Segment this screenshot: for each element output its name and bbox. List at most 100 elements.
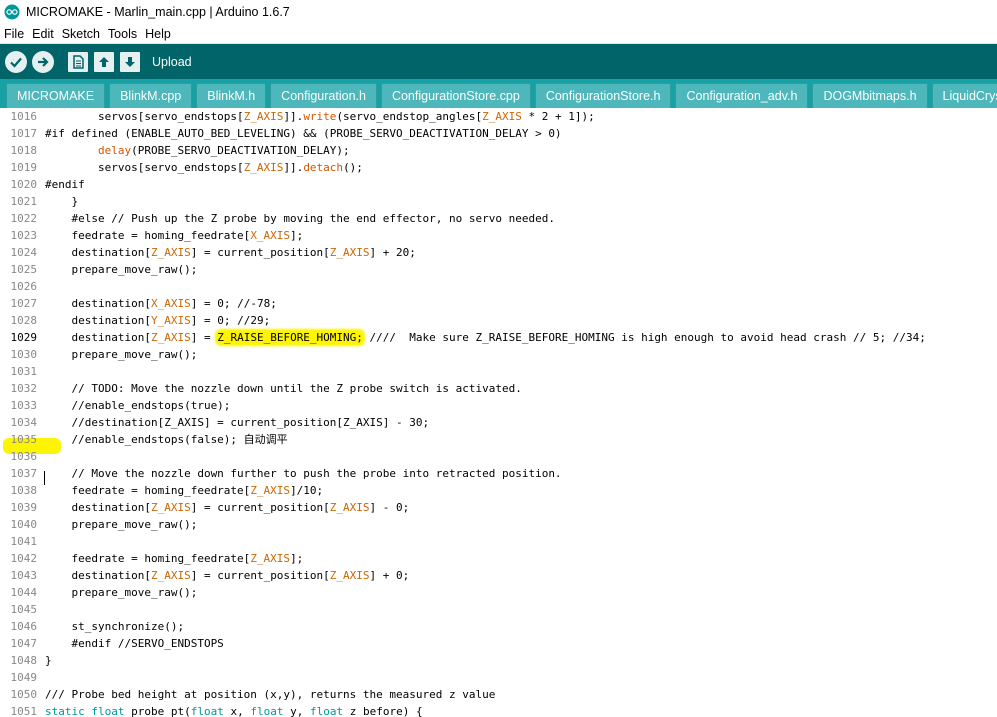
line-number: 1034 (10, 416, 38, 429)
code-line[interactable]: 1018 delay(PROBE_SERVO_DEACTIVATION_DELA… (0, 142, 997, 159)
menu-tools[interactable]: Tools (104, 27, 141, 41)
code-line[interactable]: 1041 (0, 533, 997, 550)
line-number: 1016 (10, 110, 38, 123)
line-number: 1023 (10, 229, 38, 242)
code-line[interactable]: 1022 #else // Push up the Z probe by mov… (0, 210, 997, 227)
code-text: feedrate = homing_feedrate[Z_AXIS]; (45, 552, 304, 565)
code-line[interactable]: 1029 destination[Z_AXIS] = Z_RAISE_BEFOR… (0, 329, 997, 346)
code-line[interactable]: 1045 (0, 601, 997, 618)
code-line[interactable]: 1049 (0, 669, 997, 686)
new-sketch-button[interactable] (68, 51, 88, 72)
code-line[interactable]: 1023 feedrate = homing_feedrate[X_AXIS]; (0, 227, 997, 244)
line-number: 1031 (10, 365, 38, 378)
code-line[interactable]: 1046 st_synchronize(); (0, 618, 997, 635)
code-text: // TODO: Move the nozzle down until the … (45, 382, 522, 395)
line-number: 1048 (10, 654, 38, 667)
menu-sketch[interactable]: Sketch (58, 27, 104, 41)
code-line[interactable]: 1035 //enable_endstops(false); 自动调平 (0, 431, 997, 448)
code-text: st_synchronize(); (45, 620, 185, 633)
tab-configurationstore-cpp[interactable]: ConfigurationStore.cpp (380, 83, 531, 108)
code-text: } (45, 195, 79, 208)
line-number: 1035 (10, 433, 38, 446)
code-line[interactable]: 1016 servos[servo_endstops[Z_AXIS]].writ… (0, 108, 997, 125)
code-text: #endif (45, 178, 85, 191)
code-line[interactable]: 1038 feedrate = homing_feedrate[Z_AXIS]/… (0, 482, 997, 499)
line-number: 1022 (10, 212, 38, 225)
new-file-icon (73, 54, 84, 69)
code-text: // Move the nozzle down further to push … (45, 467, 562, 480)
verify-button[interactable] (5, 50, 27, 73)
code-line[interactable]: 1031 (0, 363, 997, 380)
code-line[interactable]: 1024 destination[Z_AXIS] = current_posit… (0, 244, 997, 261)
code-text: static float probe_pt(float x, float y, … (45, 705, 423, 717)
code-line[interactable]: 1042 feedrate = homing_feedrate[Z_AXIS]; (0, 550, 997, 567)
code-text: } (45, 654, 52, 667)
code-text: servos[servo_endstops[Z_AXIS]].detach(); (45, 161, 363, 174)
code-line[interactable]: 1028 destination[Y_AXIS] = 0; //29; (0, 312, 997, 329)
code-line[interactable]: 1036 (0, 448, 997, 465)
line-number: 1042 (10, 552, 38, 565)
tab-configurationstore-h[interactable]: ConfigurationStore.h (534, 83, 672, 108)
tab-micromake[interactable]: MICROMAKE (6, 83, 106, 108)
code-line[interactable]: 1032 // TODO: Move the nozzle down until… (0, 380, 997, 397)
code-line[interactable]: 1051 static float probe_pt(float x, float… (0, 703, 997, 717)
code-line[interactable]: 1034 //destination[Z_AXIS] = current_pos… (0, 414, 997, 431)
code-line[interactable]: 1047 #endif //SERVO_ENDSTOPS (0, 635, 997, 652)
save-button[interactable] (120, 51, 140, 72)
line-number: 1030 (10, 348, 38, 361)
code-text: feedrate = homing_feedrate[Z_AXIS]/10; (45, 484, 324, 497)
open-button[interactable] (94, 51, 114, 72)
code-line[interactable]: 1019 servos[servo_endstops[Z_AXIS]].deta… (0, 159, 997, 176)
code-line[interactable]: 1026 (0, 278, 997, 295)
code-text: /// Probe bed height at position (x,y), … (45, 688, 496, 701)
line-number: 1038 (10, 484, 38, 497)
code-line[interactable]: 1017 #if defined (ENABLE_AUTO_BED_LEVELIN… (0, 125, 997, 142)
tab-configuration-h[interactable]: Configuration.h (270, 83, 377, 108)
line-number: 1027 (10, 297, 38, 310)
tab-dogmbitmaps-h[interactable]: DOGMbitmaps.h (812, 83, 928, 108)
line-number: 1037 (10, 467, 38, 480)
code-line[interactable]: 1043 destination[Z_AXIS] = current_posit… (0, 567, 997, 584)
tab-liquidcrystal[interactable]: LiquidCrystalR (931, 83, 997, 108)
line-number: 1032 (10, 382, 38, 395)
code-line[interactable]: 1048} (0, 652, 997, 669)
line-number: 1020 (10, 178, 38, 191)
tab-blinkm-h[interactable]: BlinkM.h (196, 83, 267, 108)
code-line[interactable]: 1037 // Move the nozzle down further to … (0, 465, 997, 482)
code-text: #else // Push up the Z probe by moving t… (45, 212, 555, 225)
code-line[interactable]: 1030 prepare_move_raw(); (0, 346, 997, 363)
upload-button[interactable] (32, 50, 54, 73)
line-number: 1045 (10, 603, 38, 616)
tab-blinkm-cpp[interactable]: BlinkM.cpp (109, 83, 193, 108)
line-number: 1043 (10, 569, 38, 582)
arduino-logo-icon (4, 4, 20, 20)
code-line[interactable]: 1044 prepare_move_raw(); (0, 584, 997, 601)
code-text: #if defined (ENABLE_AUTO_BED_LEVELING) &… (45, 127, 562, 140)
menu-bar: File Edit Sketch Tools Help (0, 24, 997, 44)
code-line[interactable]: 1050 /// Probe bed height at position (x,… (0, 686, 997, 703)
code-text: //enable_endstops(false); 自动调平 (45, 433, 288, 446)
code-text: destination[Y_AXIS] = 0; //29; (45, 314, 271, 327)
code-line[interactable]: 1039 destination[Z_AXIS] = current_posit… (0, 499, 997, 516)
code-editor[interactable]: 1016 servos[servo_endstops[Z_AXIS]].writ… (0, 108, 997, 717)
code-text: destination[Z_AXIS] = current_position[Z… (45, 501, 410, 514)
code-line[interactable]: 1020 #endif (0, 176, 997, 193)
menu-file[interactable]: File (0, 27, 28, 41)
code-line[interactable]: 1021 } (0, 193, 997, 210)
code-line[interactable]: 1027 destination[X_AXIS] = 0; //-78; (0, 295, 997, 312)
line-number: 1041 (10, 535, 38, 548)
menu-help[interactable]: Help (141, 27, 175, 41)
menu-edit[interactable]: Edit (28, 27, 58, 41)
code-text: servos[servo_endstops[Z_AXIS]].write(ser… (45, 110, 595, 123)
tab-configuration-adv-h[interactable]: Configuration_adv.h (675, 83, 809, 108)
code-text: prepare_move_raw(); (45, 518, 198, 531)
code-text: destination[Z_AXIS] = current_position[Z… (45, 246, 416, 259)
toolbar-status-label: Upload (152, 54, 192, 69)
arrow-up-icon (99, 56, 109, 67)
line-number: 1028 (10, 314, 38, 327)
code-line[interactable]: 1033 //enable_endstops(true); (0, 397, 997, 414)
line-number: 1018 (10, 144, 38, 157)
code-line[interactable]: 1040 prepare_move_raw(); (0, 516, 997, 533)
line-number: 1051 (10, 705, 38, 717)
code-line[interactable]: 1025 prepare_move_raw(); (0, 261, 997, 278)
